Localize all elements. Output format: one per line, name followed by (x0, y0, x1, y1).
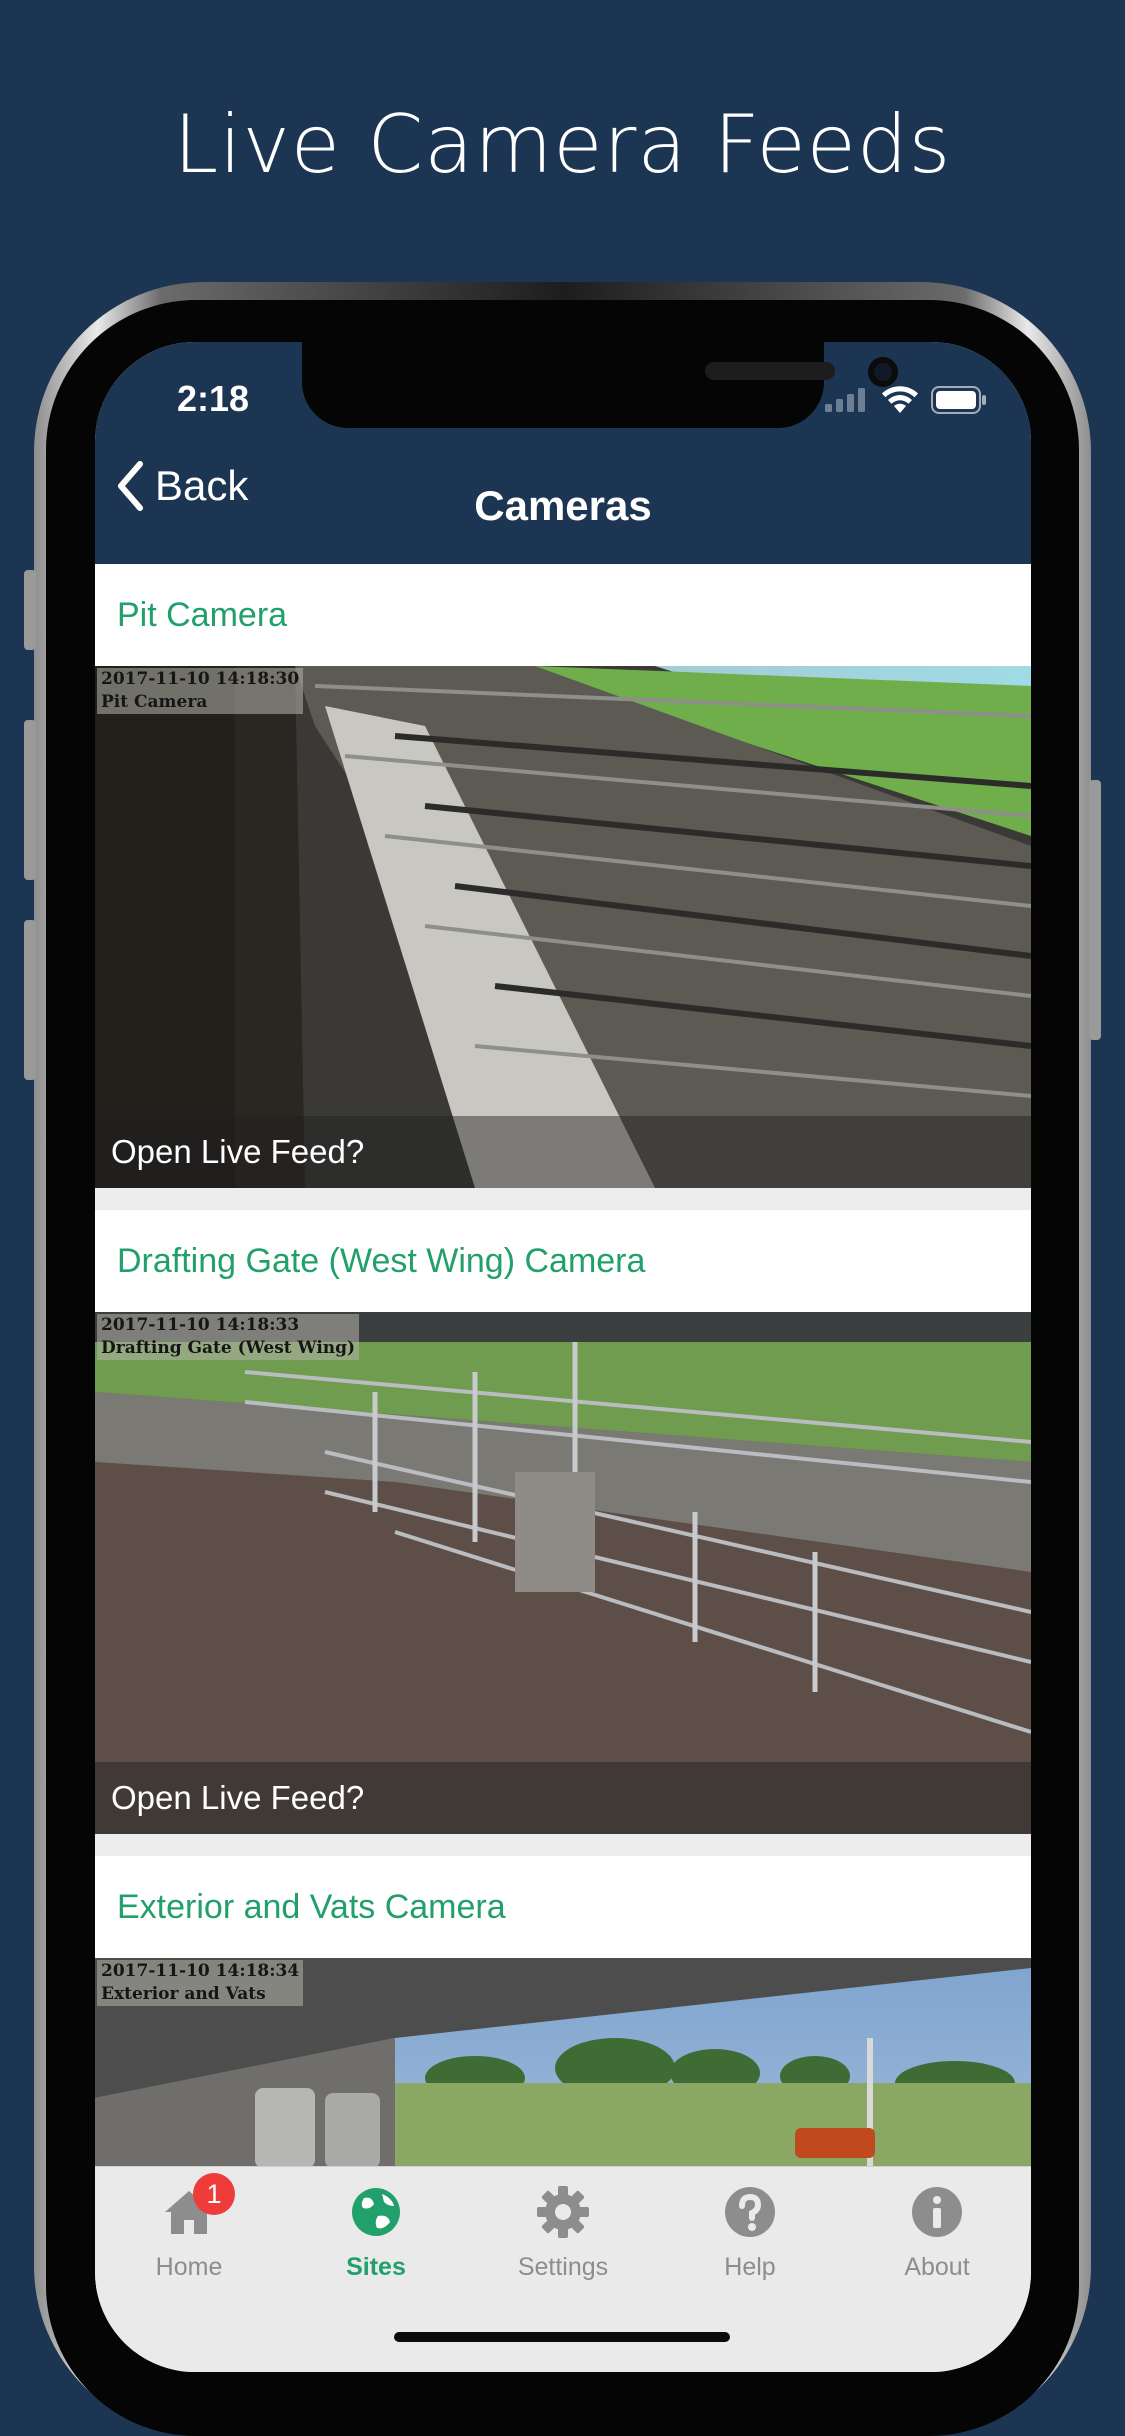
gear-icon (537, 2186, 589, 2238)
camera-card: Exterior and Vats Camera 2017-11-10 14:1… (95, 1856, 1031, 2166)
home-indicator[interactable] (394, 2332, 730, 2342)
feed-timestamp: 2017-11-10 14:18:30 (101, 669, 300, 689)
status-time: 2:18 (177, 378, 250, 419)
camera-list[interactable]: Pit Camera 2017-11-10 14:18:30 Pit Camer… (95, 564, 1031, 2166)
side-button-power (1089, 780, 1101, 1040)
open-live-feed-button[interactable]: Open Live Feed? (95, 1116, 1031, 1188)
side-button-mute (24, 570, 36, 650)
feed-camera-name: Pit Camera (101, 692, 208, 712)
notification-badge: 1 (193, 2173, 235, 2215)
battery-icon (931, 386, 986, 414)
tab-about[interactable]: About (843, 2181, 1031, 2282)
camera-feed-image[interactable]: 2017-11-10 14:18:30 Pit Camera Open Live… (95, 666, 1031, 1188)
front-camera (868, 357, 898, 387)
camera-title: Pit Camera (117, 595, 288, 634)
feed-camera-name: Exterior and Vats (101, 1984, 266, 2004)
page-title: Cameras (474, 482, 652, 529)
camera-card: Pit Camera 2017-11-10 14:18:30 Pit Camer… (95, 564, 1031, 1188)
tab-home[interactable]: 1 Home (95, 2173, 283, 2282)
tab-label: Help (724, 2253, 776, 2281)
feed-timestamp-overlay: 2017-11-10 14:18:34 Exterior and Vats (97, 1960, 304, 2006)
info-icon (912, 2187, 962, 2237)
tab-settings[interactable]: Settings (469, 2181, 657, 2282)
globe-icon (352, 2188, 400, 2236)
phone-screen: 2:18 Back Cameras Pit Camera 2017-11-10 … (95, 342, 1031, 2372)
tab-label: Sites (346, 2253, 406, 2281)
feed-snapshot (95, 666, 1031, 1188)
promo-headline: Live Camera Feeds (173, 98, 952, 191)
question-icon (725, 2187, 775, 2237)
wifi-icon (882, 386, 918, 413)
open-live-feed-button[interactable]: Open Live Feed? (95, 1762, 1031, 1834)
status-icons (825, 386, 987, 414)
camera-title: Drafting Gate (West Wing) Camera (117, 1241, 646, 1280)
feed-timestamp-overlay: 2017-11-10 14:18:33 Drafting Gate (West … (97, 1314, 360, 1360)
feed-camera-name: Drafting Gate (West Wing) (101, 1338, 356, 1358)
camera-card: Drafting Gate (West Wing) Camera 2017-11… (95, 1210, 1031, 1834)
tab-help[interactable]: Help (656, 2181, 844, 2282)
camera-title: Exterior and Vats Camera (117, 1887, 506, 1926)
speaker-grille (705, 362, 835, 380)
notch (302, 342, 898, 428)
camera-feed-image[interactable]: 2017-11-10 14:18:34 Exterior and Vats (95, 1958, 1031, 2166)
feed-timestamp-overlay: 2017-11-10 14:18:30 Pit Camera (97, 668, 304, 714)
tab-label: Settings (517, 2253, 609, 2281)
cellular-signal-icon (825, 388, 865, 412)
navigation-bar: 2:18 Back Cameras (95, 342, 1031, 564)
tab-label: About (904, 2253, 970, 2281)
feed-timestamp: 2017-11-10 14:18:34 (101, 1961, 300, 1981)
side-button-volume-up (24, 720, 36, 880)
tab-sites[interactable]: Sites (282, 2181, 470, 2282)
tab-label: Home (155, 2253, 223, 2281)
feed-timestamp: 2017-11-10 14:18:33 (101, 1315, 300, 1335)
side-button-volume-down (24, 920, 36, 1080)
feed-snapshot (95, 1312, 1031, 1834)
camera-feed-image[interactable]: 2017-11-10 14:18:33 Drafting Gate (West … (95, 1312, 1031, 1834)
